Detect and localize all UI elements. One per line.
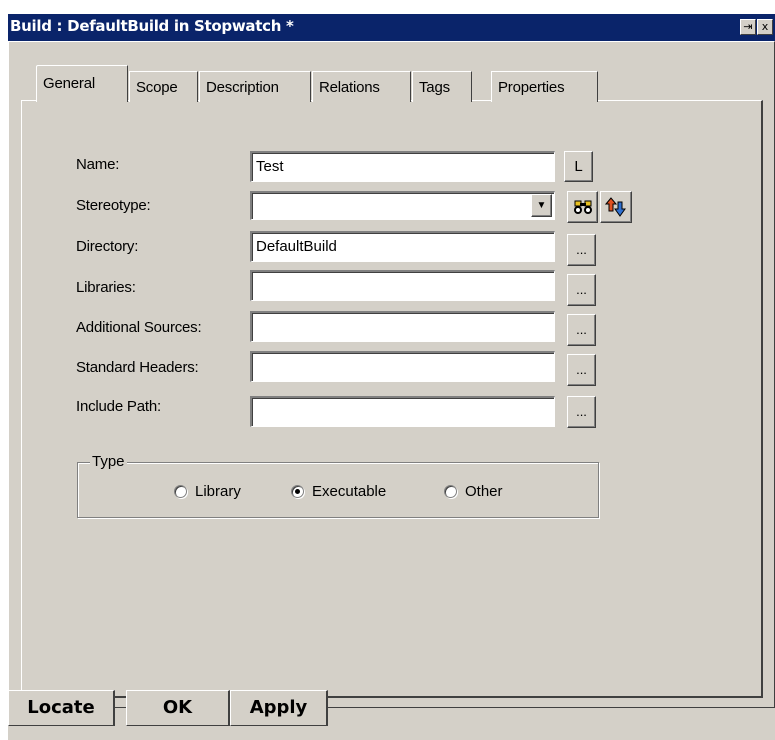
name-label: Name: [76, 156, 120, 173]
tab-label: Tags [419, 79, 450, 96]
standard-headers-input[interactable] [256, 358, 550, 375]
standard-headers-label: Standard Headers: [76, 359, 199, 376]
radio-library-label: Library [195, 483, 241, 500]
stereotype-label: Stereotype: [76, 197, 151, 214]
additional-sources-label: Additional Sources: [76, 319, 202, 336]
tab-description[interactable]: Description [199, 71, 311, 102]
additional-sources-input[interactable] [256, 318, 550, 335]
radio-executable-label: Executable [312, 483, 387, 500]
close-button[interactable]: x [757, 19, 773, 35]
title-bar[interactable]: Build : DefaultBuild in Stopwatch * ⇥ x [8, 14, 775, 41]
tab-tags[interactable]: Tags [412, 71, 472, 102]
tab-label: General [43, 75, 95, 92]
tab-label: Relations [319, 79, 380, 96]
include-path-field[interactable] [250, 396, 555, 427]
standard-headers-field[interactable] [250, 351, 555, 382]
directory-input[interactable] [256, 238, 550, 255]
libraries-field[interactable] [250, 270, 555, 301]
include-path-input[interactable] [256, 403, 550, 420]
tab-label: Scope [136, 79, 178, 96]
apply-button[interactable]: Apply [230, 690, 328, 726]
name-field[interactable] [250, 151, 555, 182]
radio-executable-button[interactable] [291, 485, 304, 498]
radio-other-button[interactable] [444, 485, 457, 498]
include-path-label: Include Path: [76, 398, 161, 415]
tab-general[interactable]: General [36, 65, 128, 104]
type-groupbox: Type Library Executable Other [77, 453, 599, 518]
locate-button[interactable]: Locate [8, 690, 115, 726]
libraries-browse-button[interactable]: ... [567, 274, 596, 306]
tab-scope[interactable]: Scope [129, 71, 198, 102]
directory-field[interactable] [250, 231, 555, 262]
name-link-button[interactable]: L [564, 151, 593, 182]
dialog-body: General Scope Description Relations Tags… [8, 41, 775, 714]
directory-browse-button[interactable]: ... [567, 234, 596, 266]
type-group-title: Type [90, 453, 127, 470]
stereotype-locate-button[interactable] [567, 191, 598, 223]
stereotype-select[interactable]: ▼ [250, 191, 555, 220]
additional-sources-browse-button[interactable]: ... [567, 314, 596, 346]
build-dialog: Build : DefaultBuild in Stopwatch * ⇥ x … [8, 14, 775, 740]
binoculars-icon [573, 200, 592, 214]
dock-button[interactable]: ⇥ [740, 19, 756, 35]
action-bar: Locate OK Apply [8, 690, 775, 740]
tab-properties[interactable]: Properties [491, 71, 598, 102]
tab-label: Description [206, 79, 279, 96]
ok-button[interactable]: OK [126, 690, 230, 726]
libraries-label: Libraries: [76, 279, 136, 296]
tab-relations[interactable]: Relations [312, 71, 411, 102]
radio-library-button[interactable] [174, 485, 187, 498]
standard-headers-browse-button[interactable]: ... [567, 354, 596, 386]
additional-sources-field[interactable] [250, 311, 555, 342]
up-down-arrows-icon [604, 197, 626, 217]
directory-label: Directory: [76, 238, 139, 255]
chevron-down-icon[interactable]: ▼ [531, 194, 552, 217]
stereotype-order-button[interactable] [600, 191, 632, 223]
name-input[interactable] [256, 158, 550, 175]
libraries-input[interactable] [256, 277, 550, 294]
include-path-browse-button[interactable]: ... [567, 396, 596, 428]
window-title: Build : DefaultBuild in Stopwatch * [10, 17, 294, 35]
tab-label: Properties [498, 79, 565, 96]
radio-other-label: Other [465, 483, 503, 500]
